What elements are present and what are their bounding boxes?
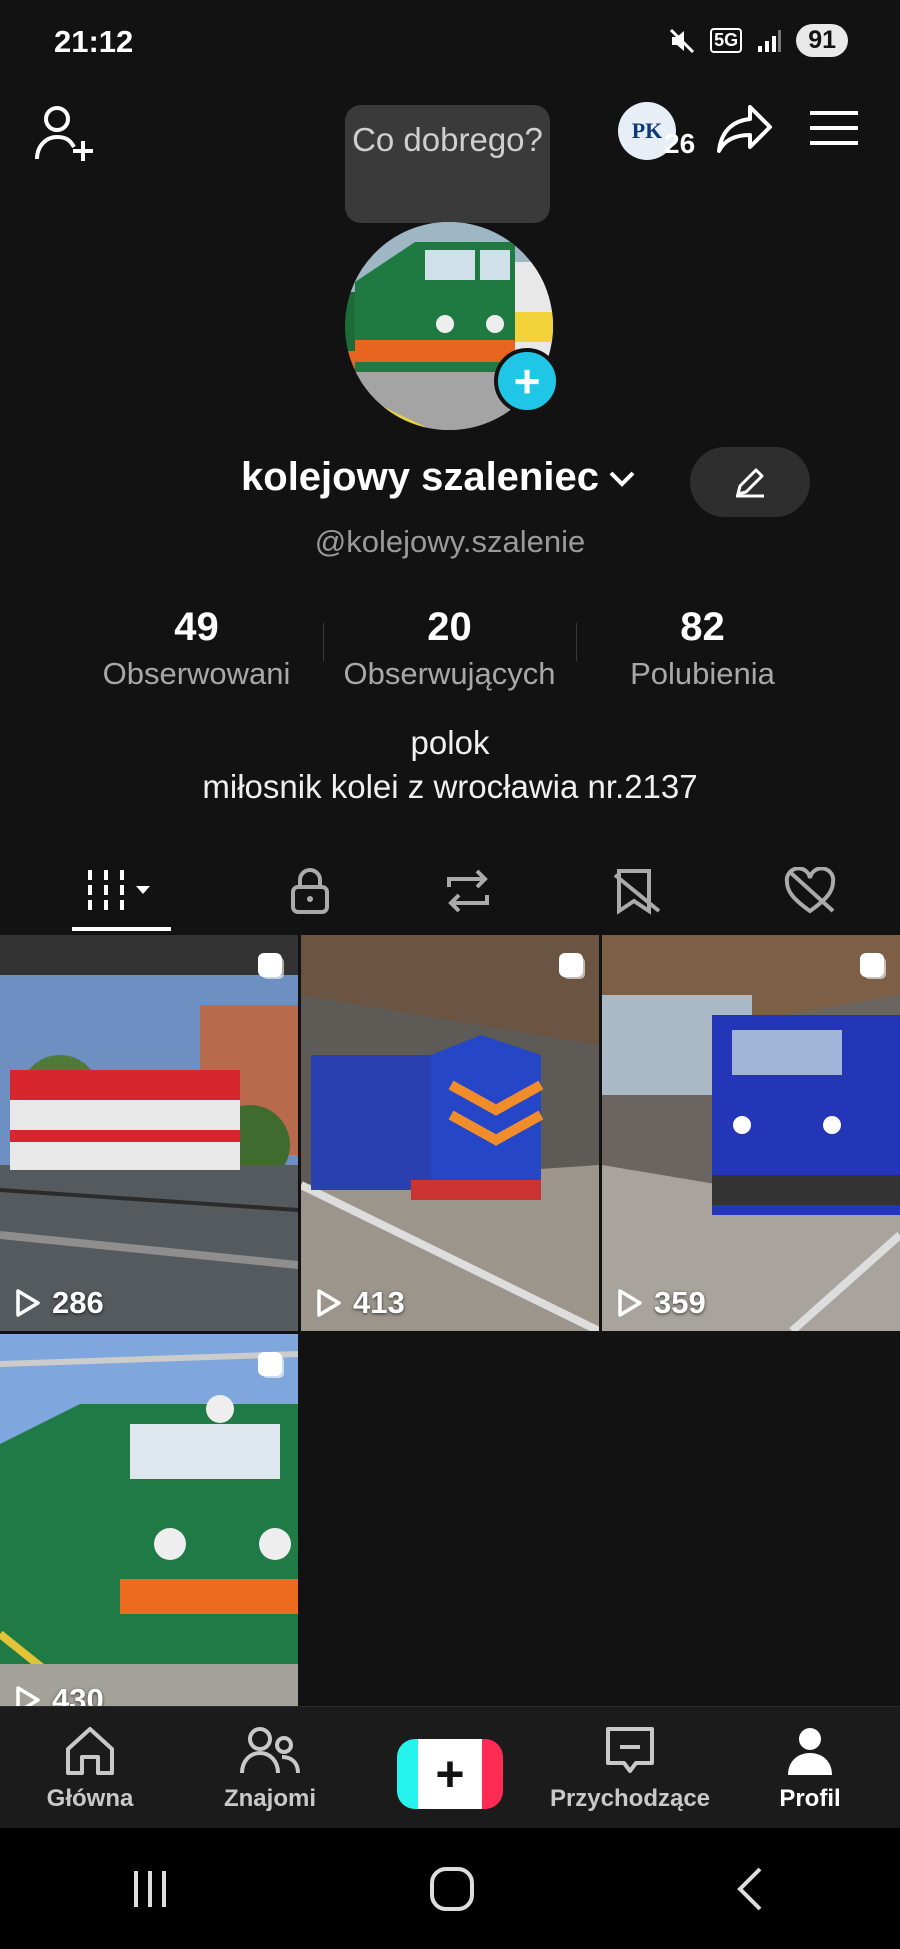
play-icon xyxy=(16,1289,40,1317)
bio-line: miłosnik kolei z wrocławia nr.2137 xyxy=(202,768,698,805)
inbox-icon xyxy=(606,1727,654,1773)
tab-reposts[interactable] xyxy=(380,850,555,932)
nav-friends[interactable]: Znajomi xyxy=(180,1707,360,1829)
home-icon xyxy=(66,1727,114,1775)
active-tab-indicator xyxy=(72,927,171,931)
video-thumbnail xyxy=(602,935,900,1331)
pencil-icon xyxy=(736,468,764,498)
signal-icon xyxy=(758,29,782,52)
multi-video-icon xyxy=(258,1352,282,1376)
stat-label: Polubienia xyxy=(630,656,775,691)
tab-liked[interactable] xyxy=(720,850,900,932)
video-tile[interactable]: 286 xyxy=(0,935,298,1331)
status-icons: 5G 91 xyxy=(668,24,848,57)
lock-icon xyxy=(291,868,329,914)
liked-heart-icon xyxy=(784,867,836,914)
view-count: 413 xyxy=(315,1285,405,1321)
nav-home[interactable]: Główna xyxy=(0,1707,180,1829)
system-nav-bar xyxy=(0,1828,900,1949)
video-tile[interactable]: 359 xyxy=(602,935,900,1331)
stat-value: 82 xyxy=(680,605,725,649)
share-arrow-icon xyxy=(717,105,772,153)
username-handle: @kolejowy.szalenie xyxy=(314,524,586,559)
battery-level: 91 xyxy=(796,24,848,57)
add-friend-button[interactable] xyxy=(30,100,100,166)
nav-inbox[interactable]: Przychodzące xyxy=(540,1707,720,1829)
multi-video-icon xyxy=(559,953,583,977)
nav-profile[interactable]: Profil xyxy=(720,1707,900,1829)
stat-value: 49 xyxy=(174,605,219,649)
view-count: 359 xyxy=(616,1285,706,1321)
home-circle-icon[interactable] xyxy=(428,1865,476,1913)
stat-likes[interactable]: 82 Polubienia xyxy=(576,605,829,692)
network-label: 5G xyxy=(710,28,743,53)
profile-icon xyxy=(788,1728,832,1775)
stat-followers[interactable]: 20 Obserwujących xyxy=(323,605,576,692)
view-count-value: 359 xyxy=(654,1285,706,1320)
repost-icon xyxy=(446,869,489,913)
account-badge[interactable]: PK 26 xyxy=(618,102,703,162)
chevron-down-icon[interactable] xyxy=(605,463,639,493)
tab-videos[interactable] xyxy=(0,850,240,932)
nav-label: Znajomi xyxy=(223,1785,316,1812)
status-time: 21:12 xyxy=(54,24,134,59)
add-story-button[interactable]: + xyxy=(494,348,560,414)
nav-label: Główna xyxy=(46,1785,134,1812)
status-prompt-tooltip[interactable]: Co dobrego? xyxy=(345,105,550,235)
view-count-value: 286 xyxy=(52,1285,104,1320)
nav-label: Profil xyxy=(779,1785,841,1812)
play-icon xyxy=(16,1686,40,1706)
video-tile[interactable]: 413 xyxy=(301,935,599,1331)
profile-stats: 49 Obserwowani 20 Obserwujących 82 Polub… xyxy=(70,605,830,692)
view-count: 430 xyxy=(14,1682,104,1706)
menu-button[interactable] xyxy=(808,105,860,151)
bio-line: polok xyxy=(410,724,490,761)
mute-icon xyxy=(670,28,695,53)
friends-icon xyxy=(240,1727,300,1774)
view-count-value: 430 xyxy=(52,1682,104,1706)
share-profile-button[interactable] xyxy=(715,96,775,162)
multi-video-icon xyxy=(860,953,884,977)
badge-count: 26 xyxy=(664,128,696,159)
view-count-value: 413 xyxy=(353,1285,405,1320)
badge-initials: PK xyxy=(631,118,663,143)
play-icon xyxy=(317,1289,341,1317)
back-icon[interactable] xyxy=(732,1865,772,1913)
view-count: 286 xyxy=(14,1285,104,1321)
display-name[interactable]: kolejowy szaleniec xyxy=(241,455,599,500)
hamburger-icon xyxy=(810,111,858,145)
stat-following[interactable]: 49 Obserwowani xyxy=(70,605,323,692)
video-thumbnail xyxy=(0,1334,298,1706)
tab-private[interactable] xyxy=(240,850,380,932)
content-tabs xyxy=(0,850,900,932)
stat-divider xyxy=(323,623,324,661)
stat-label: Obserwujących xyxy=(343,656,556,691)
play-icon xyxy=(618,1289,642,1317)
person-plus-icon xyxy=(35,106,93,161)
stat-value: 20 xyxy=(427,605,472,649)
stat-label: Obserwowani xyxy=(102,656,291,691)
create-plus-icon: + xyxy=(397,1739,503,1809)
bookmark-icon xyxy=(613,869,660,915)
edit-profile-button[interactable] xyxy=(690,447,810,517)
plus-icon: + xyxy=(513,355,541,407)
video-thumbnail xyxy=(0,935,298,1331)
video-thumbnail xyxy=(301,935,599,1331)
video-tile[interactable]: 430 xyxy=(0,1334,298,1706)
bottom-nav: Główna Znajomi + Przychodzące Profil xyxy=(0,1706,900,1829)
nav-create[interactable]: + xyxy=(360,1707,540,1829)
nav-label: Przychodzące xyxy=(549,1785,711,1812)
stat-divider xyxy=(576,623,577,661)
grid-videos-icon xyxy=(88,870,150,912)
recent-apps-icon[interactable] xyxy=(128,1867,172,1911)
tab-favorites[interactable] xyxy=(555,850,720,932)
multi-video-icon xyxy=(258,953,282,977)
